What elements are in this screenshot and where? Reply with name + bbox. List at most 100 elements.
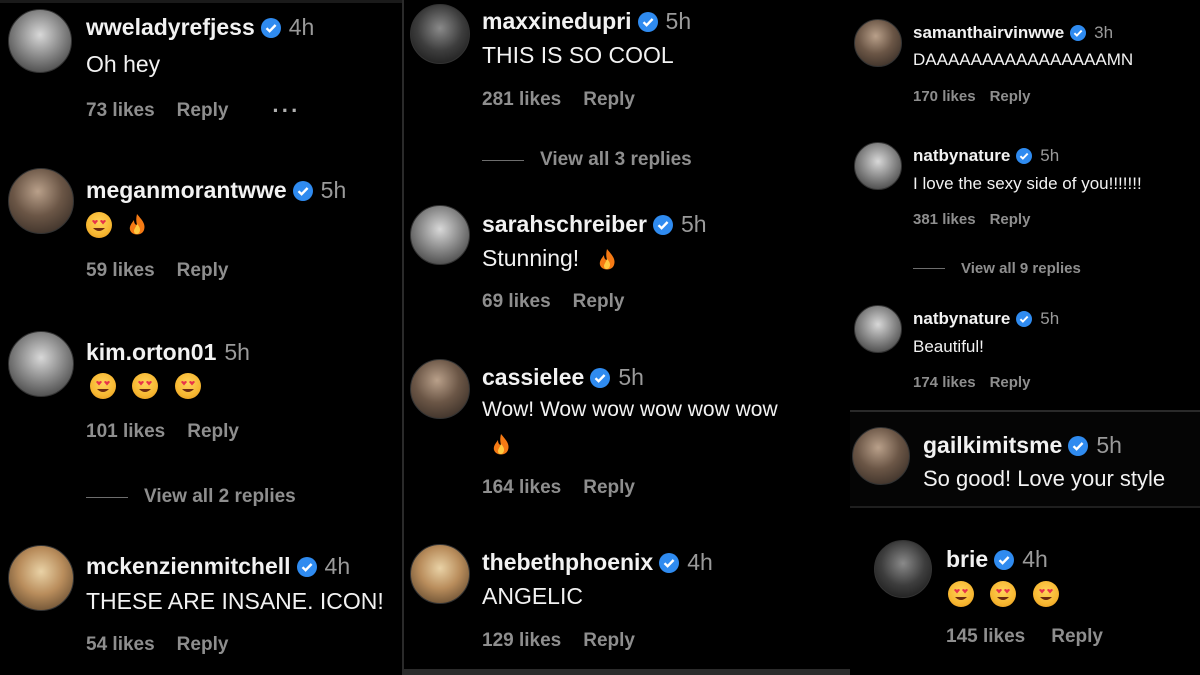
more-options-icon[interactable]: ··· (272, 100, 300, 122)
avatar[interactable] (854, 142, 902, 190)
likes-count[interactable]: 59 likes (86, 260, 155, 282)
reply-button[interactable]: Reply (990, 374, 1031, 391)
divider (913, 268, 945, 269)
likes-count[interactable]: 69 likes (482, 291, 551, 313)
view-replies-link[interactable]: View all 3 replies (482, 149, 692, 171)
comment-username[interactable]: sarahschreiber (482, 211, 647, 238)
comment-time: 4h (1022, 546, 1048, 572)
reply-button[interactable]: Reply (990, 88, 1031, 105)
verified-badge-icon (994, 549, 1015, 570)
verified-badge-icon (1016, 148, 1033, 164)
reply-button[interactable]: Reply (1051, 626, 1103, 648)
comment-username[interactable]: mckenzienmitchell (86, 553, 291, 580)
avatar[interactable] (8, 9, 72, 73)
comment-username[interactable]: natbynature (913, 309, 1010, 329)
reply-button[interactable]: Reply (990, 211, 1031, 228)
comment-time: 5h (1096, 432, 1122, 458)
comment-text: THIS IS SO COOL (482, 42, 674, 68)
comment-time: 5h (665, 8, 692, 34)
comment-text: DAAAAAAAAAAAAAAAAMN (913, 50, 1134, 69)
reply-button[interactable]: Reply (177, 260, 229, 282)
avatar[interactable] (8, 545, 74, 611)
reply-button[interactable]: Reply (573, 291, 625, 313)
comments-panel-middle: maxxinedupri 5h THIS IS SO COOL 281 like… (404, 0, 850, 675)
comment-username[interactable]: thebethphoenix (482, 549, 653, 576)
heart-eyes-emoji (990, 580, 1017, 607)
comment-time: 5h (1040, 309, 1060, 328)
avatar[interactable] (854, 305, 902, 353)
likes-count[interactable]: 164 likes (482, 477, 561, 499)
avatar[interactable] (8, 168, 74, 234)
likes-count[interactable]: 145 likes (946, 626, 1025, 648)
verified-badge-icon (296, 556, 317, 577)
comment-emoji-row (90, 371, 207, 399)
comment-time: 4h (324, 553, 351, 579)
avatar[interactable] (8, 331, 74, 397)
verified-badge-icon (590, 367, 611, 388)
comment-text: So good! Love your style (923, 466, 1166, 491)
likes-count[interactable]: 381 likes (913, 211, 976, 228)
avatar[interactable] (410, 544, 470, 604)
comment-text: Oh hey (86, 51, 161, 77)
view-replies-label[interactable]: View all 9 replies (961, 260, 1081, 277)
comment-time: 5h (320, 177, 347, 203)
heart-eyes-emoji (86, 211, 112, 238)
verified-badge-icon (637, 11, 658, 32)
likes-count[interactable]: 73 likes (86, 100, 155, 122)
comments-panel-right-bottom: brie 4h 145 likes Reply (850, 508, 1200, 675)
avatar[interactable] (854, 19, 902, 67)
comment-time: 5h (224, 339, 250, 365)
comment-username[interactable]: gailkimitsme (923, 432, 1062, 459)
comments-panel-right-middle: gailkimitsme 5h So good! Love your style (850, 412, 1200, 508)
comments-panel-left: wweladyrefjess 4h Oh hey 73 likes Reply … (0, 0, 402, 675)
likes-count[interactable]: 54 likes (86, 634, 155, 656)
reply-button[interactable]: Reply (187, 421, 239, 443)
scrollbar[interactable] (404, 669, 850, 675)
view-replies-label[interactable]: View all 3 replies (540, 149, 692, 171)
comment-text: ANGELIC (482, 583, 583, 609)
view-replies-link[interactable]: View all 2 replies (86, 486, 296, 508)
reply-button[interactable]: Reply (177, 634, 229, 656)
reply-button[interactable]: Reply (583, 89, 635, 111)
comment-username[interactable]: cassielee (482, 364, 584, 391)
comment-username[interactable]: maxxinedupri (482, 8, 632, 35)
comment-time: 5h (680, 211, 707, 237)
verified-badge-icon (1070, 25, 1087, 41)
avatar[interactable] (852, 427, 910, 485)
comment-text: I love the sexy side of you!!!!!!! (913, 174, 1142, 193)
fire-emoji (488, 432, 514, 458)
avatar[interactable] (410, 205, 470, 265)
comment-username[interactable]: samanthairvinwwe (913, 23, 1064, 43)
verified-badge-icon (1016, 311, 1033, 327)
likes-count[interactable]: 174 likes (913, 374, 976, 391)
comment-username[interactable]: kim.orton01 (86, 339, 216, 366)
avatar[interactable] (874, 540, 932, 598)
likes-count[interactable]: 129 likes (482, 630, 561, 652)
comment-text: Wow! Wow wow wow wow wow (482, 398, 778, 421)
comment-text-row: Stunning! (482, 245, 626, 273)
reply-button[interactable]: Reply (177, 100, 229, 122)
divider (86, 496, 128, 498)
verified-badge-icon (1068, 435, 1089, 456)
comment-time: 5h (1040, 146, 1060, 165)
comment-time: 4h (687, 549, 713, 575)
view-replies-link[interactable]: View all 9 replies (913, 260, 1081, 277)
avatar[interactable] (410, 359, 470, 419)
likes-count[interactable]: 281 likes (482, 89, 561, 111)
view-replies-label[interactable]: View all 2 replies (144, 486, 296, 508)
comment-username[interactable]: natbynature (913, 146, 1010, 166)
avatar[interactable] (410, 4, 470, 64)
comment-username[interactable]: brie (946, 546, 988, 573)
comment-username[interactable]: meganmorantwwe (86, 177, 287, 204)
heart-eyes-emoji (174, 372, 201, 399)
verified-badge-icon (659, 552, 680, 573)
likes-count[interactable]: 170 likes (913, 88, 976, 105)
comment-username[interactable]: wweladyrefjess (86, 14, 255, 41)
likes-count[interactable]: 101 likes (86, 421, 165, 443)
comment-text: Stunning! (482, 245, 580, 271)
comment-text: THESE ARE INSANE. ICON! (86, 588, 384, 614)
verified-badge-icon (652, 214, 673, 235)
heart-eyes-emoji (1032, 580, 1059, 607)
reply-button[interactable]: Reply (583, 477, 635, 499)
reply-button[interactable]: Reply (583, 630, 635, 652)
